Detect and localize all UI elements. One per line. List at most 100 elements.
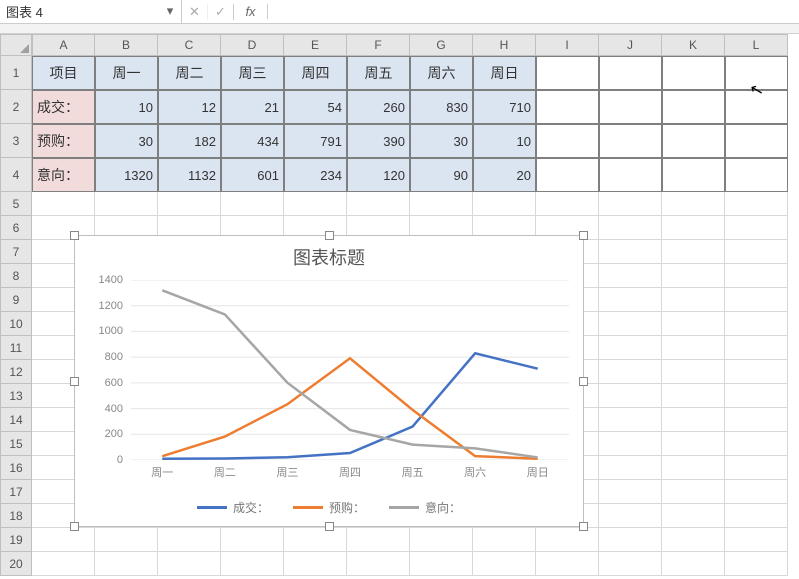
cell[interactable] xyxy=(662,480,725,504)
col-header-C[interactable]: C xyxy=(158,34,221,56)
resize-handle-ne[interactable] xyxy=(579,231,588,240)
cell[interactable] xyxy=(284,528,347,552)
col-header-A[interactable]: A xyxy=(32,34,95,56)
row-header-11[interactable]: 11 xyxy=(0,336,32,360)
col-header-E[interactable]: E xyxy=(284,34,347,56)
cell[interactable] xyxy=(662,192,725,216)
cell[interactable] xyxy=(473,528,536,552)
resize-handle-se[interactable] xyxy=(579,522,588,531)
cell[interactable]: 20 xyxy=(473,158,536,192)
cell[interactable]: 54 xyxy=(284,90,347,124)
cell[interactable] xyxy=(599,264,662,288)
cell[interactable] xyxy=(599,216,662,240)
cell[interactable] xyxy=(536,90,599,124)
series-line[interactable] xyxy=(162,290,537,457)
row-header-17[interactable]: 17 xyxy=(0,480,32,504)
cell[interactable] xyxy=(662,456,725,480)
cell[interactable] xyxy=(599,480,662,504)
cell[interactable]: 成交： xyxy=(32,90,95,124)
legend[interactable]: 成交：预购：意向： xyxy=(75,499,583,516)
select-all-corner[interactable] xyxy=(0,34,32,56)
row-header-5[interactable]: 5 xyxy=(0,192,32,216)
cell[interactable] xyxy=(599,240,662,264)
cell[interactable] xyxy=(725,192,788,216)
cell[interactable] xyxy=(599,192,662,216)
cell[interactable]: 234 xyxy=(284,158,347,192)
cell[interactable]: 601 xyxy=(221,158,284,192)
row-header-13[interactable]: 13 xyxy=(0,384,32,408)
cell[interactable] xyxy=(725,124,788,158)
cell[interactable] xyxy=(725,528,788,552)
cell[interactable] xyxy=(725,360,788,384)
cell[interactable] xyxy=(536,158,599,192)
chart-title[interactable]: 图表标题 xyxy=(75,244,583,270)
cell[interactable] xyxy=(32,528,95,552)
row-header-18[interactable]: 18 xyxy=(0,504,32,528)
cell[interactable]: 1320 xyxy=(95,158,158,192)
cell[interactable] xyxy=(725,432,788,456)
resize-handle-e[interactable] xyxy=(579,377,588,386)
cell[interactable]: 意向： xyxy=(32,158,95,192)
resize-handle-s[interactable] xyxy=(325,522,334,531)
cell[interactable] xyxy=(725,504,788,528)
formula-input[interactable] xyxy=(268,0,799,23)
cell[interactable] xyxy=(662,158,725,192)
cell[interactable]: 30 xyxy=(410,124,473,158)
cell[interactable]: 182 xyxy=(158,124,221,158)
cell[interactable] xyxy=(158,192,221,216)
legend-item[interactable]: 意向： xyxy=(389,499,461,516)
cell[interactable] xyxy=(662,528,725,552)
cell[interactable] xyxy=(725,158,788,192)
confirm-button[interactable]: ✓ xyxy=(208,4,234,20)
cell[interactable] xyxy=(347,552,410,576)
cell[interactable] xyxy=(473,192,536,216)
cell[interactable]: 10 xyxy=(473,124,536,158)
cell[interactable] xyxy=(725,408,788,432)
series-line[interactable] xyxy=(162,353,537,458)
cell[interactable] xyxy=(662,216,725,240)
cell[interactable] xyxy=(32,192,95,216)
cell[interactable] xyxy=(95,192,158,216)
row-header-4[interactable]: 4 xyxy=(0,158,32,192)
cell[interactable]: 30 xyxy=(95,124,158,158)
col-header-J[interactable]: J xyxy=(599,34,662,56)
cell[interactable] xyxy=(725,384,788,408)
row-header-8[interactable]: 8 xyxy=(0,264,32,288)
cell[interactable] xyxy=(725,312,788,336)
row-header-10[interactable]: 10 xyxy=(0,312,32,336)
row-header-12[interactable]: 12 xyxy=(0,360,32,384)
col-header-G[interactable]: G xyxy=(410,34,473,56)
cell[interactable] xyxy=(221,528,284,552)
cell[interactable] xyxy=(662,408,725,432)
resize-handle-nw[interactable] xyxy=(70,231,79,240)
col-header-L[interactable]: L xyxy=(725,34,788,56)
cell[interactable] xyxy=(725,552,788,576)
cell[interactable] xyxy=(284,192,347,216)
row-header-14[interactable]: 14 xyxy=(0,408,32,432)
cell[interactable]: 周一 xyxy=(95,56,158,90)
cell[interactable] xyxy=(599,552,662,576)
cell[interactable] xyxy=(599,158,662,192)
col-header-D[interactable]: D xyxy=(221,34,284,56)
cell[interactable] xyxy=(32,552,95,576)
cell[interactable] xyxy=(662,552,725,576)
col-header-K[interactable]: K xyxy=(662,34,725,56)
row-header-15[interactable]: 15 xyxy=(0,432,32,456)
row-header-1[interactable]: 1 xyxy=(0,56,32,90)
col-header-H[interactable]: H xyxy=(473,34,536,56)
cell[interactable] xyxy=(725,336,788,360)
cell[interactable] xyxy=(599,408,662,432)
row-header-6[interactable]: 6 xyxy=(0,216,32,240)
row-header-19[interactable]: 19 xyxy=(0,528,32,552)
cell[interactable] xyxy=(662,336,725,360)
cell[interactable] xyxy=(347,192,410,216)
cell[interactable]: 项目 xyxy=(32,56,95,90)
row-header-2[interactable]: 2 xyxy=(0,90,32,124)
cell[interactable] xyxy=(725,288,788,312)
cell[interactable] xyxy=(410,552,473,576)
cell[interactable] xyxy=(599,360,662,384)
cell[interactable] xyxy=(410,528,473,552)
cell[interactable] xyxy=(599,528,662,552)
cell[interactable]: 120 xyxy=(347,158,410,192)
plot-area[interactable] xyxy=(131,280,569,460)
